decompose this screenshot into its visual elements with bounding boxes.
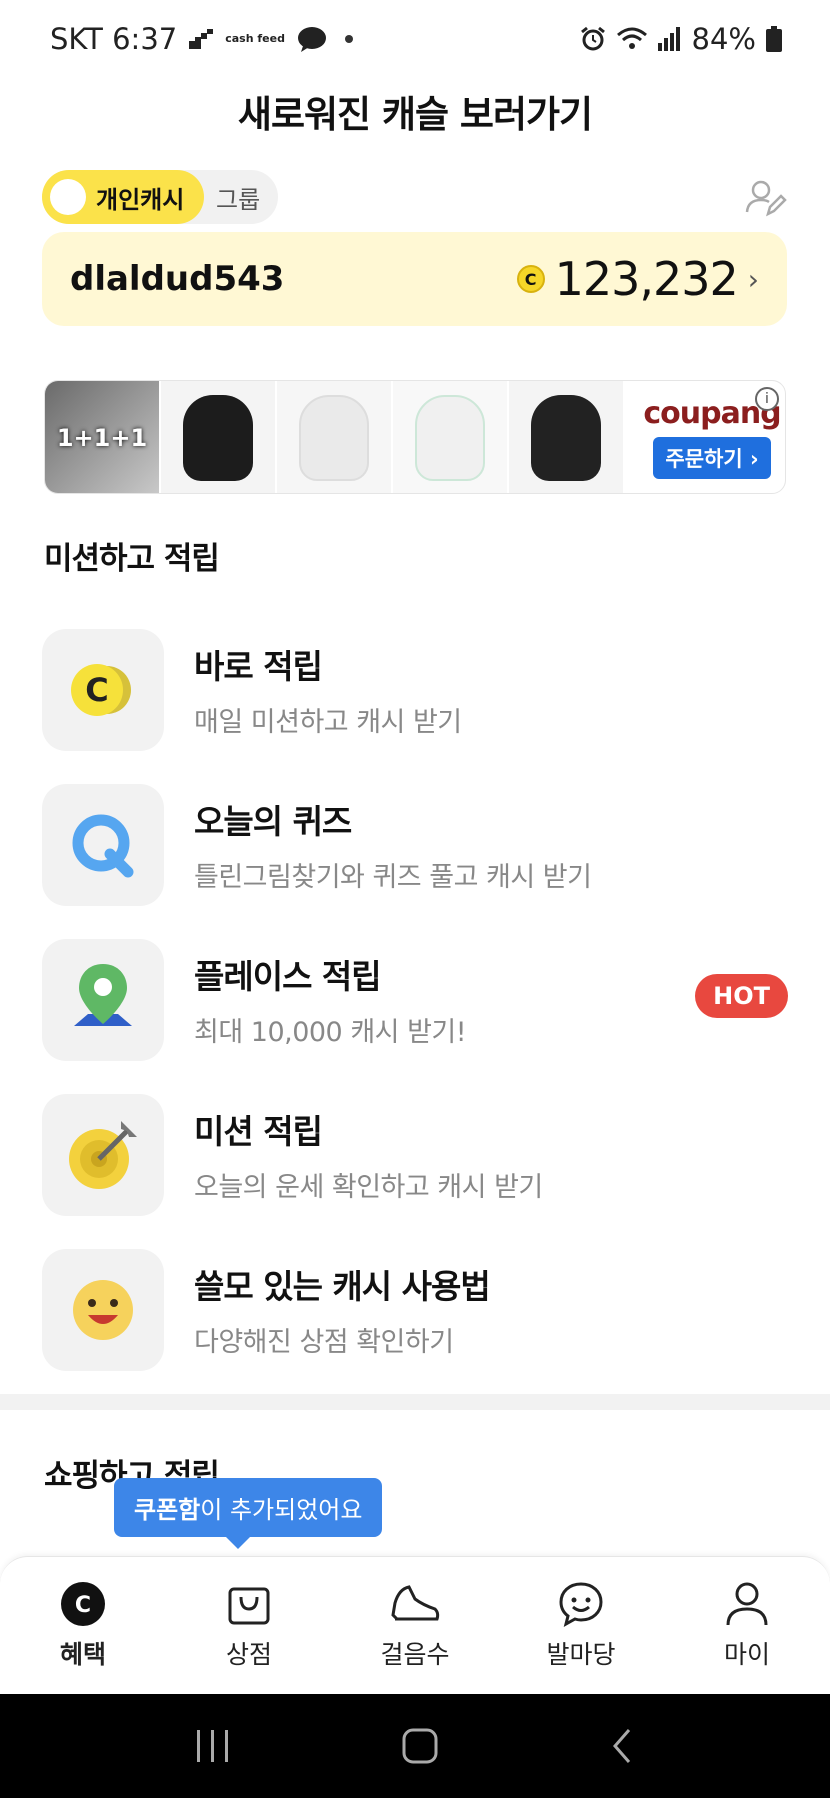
mission-list: C 바로 적립 매일 미션하고 캐시 받기 오늘의 퀴즈 틀린그림찾기와 퀴즈 … [42, 612, 790, 1387]
order-button[interactable]: 주문하기 › [653, 436, 771, 479]
target-icon [42, 1093, 164, 1216]
mission-item-place[interactable]: 플레이스 적립 최대 10,000 캐시 받기! HOT [42, 922, 790, 1077]
mission-subtitle: 다양해진 상점 확인하기 [194, 1327, 454, 1358]
mission-title: 쓸모 있는 캐시 사용법 [194, 1267, 491, 1306]
mission-subtitle: 오늘의 운세 확인하고 캐시 받기 [194, 1172, 543, 1203]
shoe-icon [391, 1584, 440, 1620]
chat-smile-icon [559, 1581, 603, 1627]
toggle-personal-label: 개인캐시 [96, 185, 185, 214]
cashfeed-icon: cash feed [225, 32, 285, 45]
benefit-icon: C [61, 1581, 105, 1626]
chevron-right-icon: › [747, 262, 759, 296]
username: dlaldud543 [70, 259, 285, 299]
smile-icon [42, 1248, 164, 1371]
alarm-icon [580, 26, 606, 52]
mission-item-cash-guide[interactable]: 쓸모 있는 캐시 사용법 다양해진 상점 확인하기 [42, 1232, 790, 1387]
coin-icon: C [516, 265, 545, 293]
mission-section-title: 미션하고 적립 [44, 541, 220, 577]
nav-label: 마이 [723, 1639, 770, 1669]
nav-label: 걸음수 [380, 1639, 450, 1669]
ad-brand[interactable]: coupang 주문하기 › i [639, 381, 785, 493]
wifi-icon [616, 26, 648, 52]
nav-shop[interactable]: 상점 [166, 1557, 332, 1694]
recent-apps-icon[interactable] [193, 1728, 233, 1764]
quiz-icon [42, 783, 164, 906]
mission-subtitle: 매일 미션하고 캐시 받기 [194, 707, 462, 738]
back-icon[interactable] [607, 1726, 637, 1766]
section-divider [0, 1394, 830, 1410]
system-nav-bar [0, 1694, 830, 1798]
toggle-group[interactable]: 그룹 [216, 180, 260, 215]
balance-amount: 123,232 [554, 252, 739, 306]
home-icon[interactable] [400, 1726, 440, 1766]
mission-item-quiz[interactable]: 오늘의 퀴즈 틀린그림찾기와 퀴즈 풀고 캐시 받기 [42, 767, 790, 922]
svg-text:C: C [75, 1593, 91, 1618]
toggle-knob [50, 179, 86, 215]
hot-badge: HOT [695, 974, 788, 1018]
ad-thumb-1[interactable]: 1+1+1 [45, 381, 161, 493]
page-title[interactable]: 새로워진 캐슬 보러가기 [0, 84, 830, 138]
nav-community[interactable]: 발마당 [498, 1557, 664, 1694]
edit-profile-icon[interactable] [744, 176, 788, 220]
svg-text:C: C [85, 671, 108, 709]
chat-bubble-icon [297, 26, 327, 52]
info-icon[interactable]: i [755, 387, 779, 411]
tooltip-bold: 쿠폰함 [134, 1496, 201, 1524]
coin-icon: C [42, 628, 164, 751]
mission-title: 플레이스 적립 [194, 957, 382, 996]
ad-thumb-1-text: 1+1+1 [56, 424, 148, 452]
map-pin-icon [42, 938, 164, 1061]
ad-thumb-4[interactable] [393, 381, 509, 493]
glove-black-icon [183, 395, 253, 481]
battery-percent: 84% [691, 22, 756, 56]
mission-item-mission[interactable]: 미션 적립 오늘의 운세 확인하고 캐시 받기 [42, 1077, 790, 1232]
carrier-time: SKT 6:37 [50, 22, 178, 56]
ad-thumb-5[interactable] [509, 381, 625, 493]
mission-title: 오늘의 퀴즈 [194, 802, 352, 841]
glove-white-icon [299, 395, 369, 481]
nav-label: 상점 [225, 1639, 272, 1669]
ad-thumb-2[interactable] [161, 381, 277, 493]
shop-bag-icon [228, 1587, 270, 1624]
person-icon [726, 1582, 768, 1625]
mission-subtitle: 최대 10,000 캐시 받기! [194, 1017, 467, 1048]
nav-my[interactable]: 마이 [664, 1557, 830, 1694]
cash-type-toggle[interactable]: 개인캐시 그룹 [42, 170, 278, 224]
glove-pattern-icon [415, 395, 485, 481]
toggle-personal[interactable]: 개인캐시 [42, 170, 204, 224]
ad-thumb-3[interactable] [277, 381, 393, 493]
nav-benefit[interactable]: C 혜택 [0, 1557, 166, 1694]
glove-black-icon [531, 395, 601, 481]
nav-label: 발마당 [546, 1639, 616, 1669]
nav-steps[interactable]: 걸음수 [332, 1557, 498, 1694]
nav-label: 혜택 [59, 1639, 106, 1669]
signal-steps-icon [189, 29, 214, 49]
balance[interactable]: C 123,232 › [516, 252, 759, 306]
mission-title: 미션 적립 [194, 1112, 323, 1151]
tooltip-text: 이 추가되었어요 [200, 1496, 363, 1524]
ad-banner[interactable]: 1+1+1 coupang 주문하기 › i [44, 380, 786, 494]
status-bar: SKT 6:37 cash feed 84% [0, 0, 830, 78]
account-balance-card[interactable]: dlaldud543 C 123,232 › [42, 232, 787, 326]
cell-signal-icon [657, 27, 682, 51]
mission-subtitle: 틀린그림찾기와 퀴즈 풀고 캐시 받기 [194, 862, 592, 893]
coupon-tooltip[interactable]: 쿠폰함이 추가되었어요 [114, 1478, 383, 1549]
notification-dot-icon [344, 35, 353, 43]
bottom-nav: C 혜택 상점 걸음수 발마당 마이 [0, 1556, 830, 1694]
battery-icon [766, 26, 782, 52]
mission-item-instant[interactable]: C 바로 적립 매일 미션하고 캐시 받기 [42, 612, 790, 767]
mission-title: 바로 적립 [194, 647, 323, 686]
